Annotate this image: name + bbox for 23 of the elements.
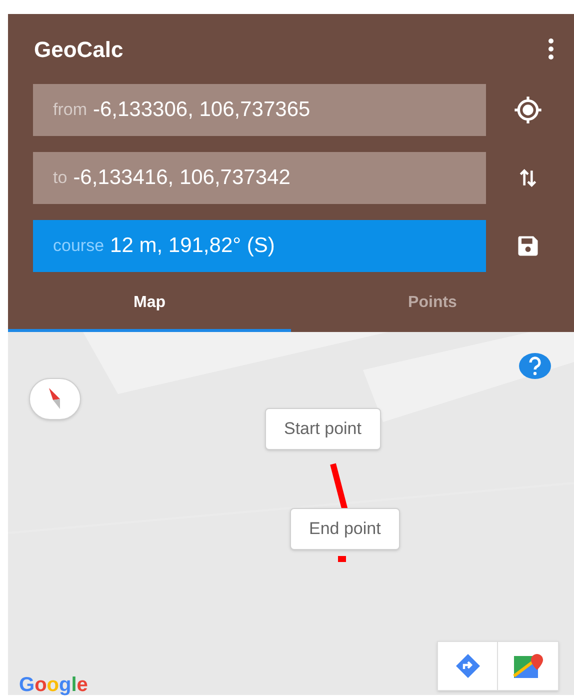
marker-label: Start point — [284, 418, 362, 440]
more-menu-icon[interactable] — [548, 38, 554, 60]
marker-info-window[interactable]: End point — [290, 508, 400, 550]
app-title: GeoCalc — [34, 36, 124, 64]
coordinate-field[interactable]: course 12 m, 191,82° (S) — [33, 220, 486, 272]
locate-icon[interactable] — [512, 94, 544, 126]
map-logo: Google — [19, 675, 88, 695]
coordinate-field[interactable]: from -6,133306, 106,737365 — [33, 84, 486, 136]
field-value: -6,133416, 106,737342 — [73, 165, 290, 192]
swap-icon[interactable] — [517, 167, 539, 189]
compass-needle-icon — [48, 387, 62, 411]
field-label: to — [53, 167, 68, 190]
directions-icon — [454, 652, 482, 680]
marker-info-window[interactable]: Start point — [265, 408, 380, 450]
field-label: course — [53, 235, 104, 258]
marker-label: End point — [309, 518, 381, 540]
map-pin-icon — [512, 652, 544, 680]
field-label: from — [53, 99, 87, 122]
help-icon[interactable] — [519, 352, 551, 380]
coordinate-field[interactable]: to -6,133416, 106,737342 — [33, 152, 486, 204]
field-value: -6,133306, 106,737365 — [93, 97, 310, 124]
field-value: 12 m, 191,82° (S) — [110, 233, 275, 260]
tab[interactable]: Points — [291, 276, 574, 332]
